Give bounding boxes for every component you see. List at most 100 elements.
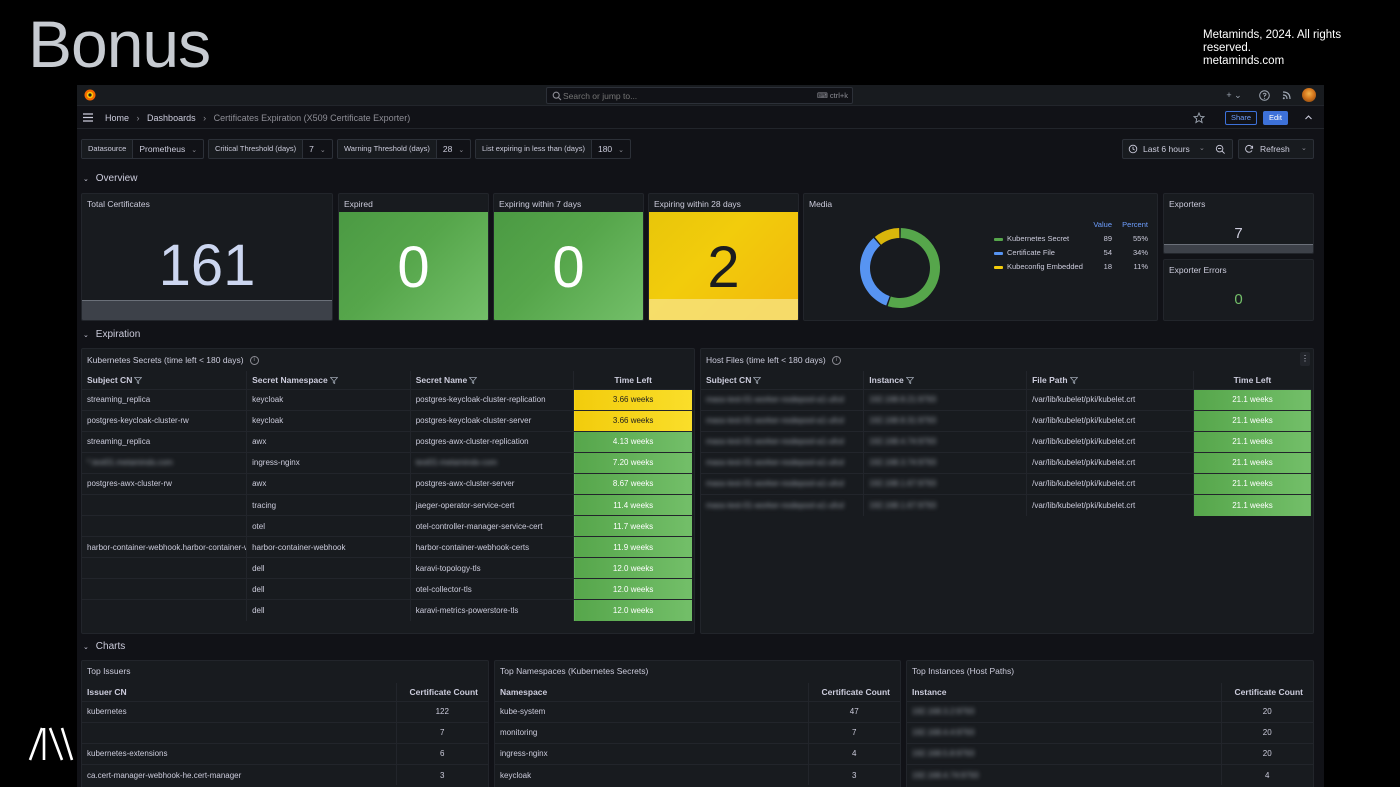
count-cell: 3 [396,763,488,786]
table-row[interactable]: streaming_replica awx postgres-awx-cluster… [82,430,692,453]
edit-button[interactable]: Edit [1263,111,1288,125]
table-row[interactable]: dell karavi-metrics-powerstore-tls 12.0 we… [82,599,692,622]
table-row[interactable]: monitoring 7 [495,721,900,744]
row-expiration[interactable]: ⌄ Expiration [83,329,140,343]
column-header[interactable]: Subject CN [82,371,248,389]
zoom-out-icon[interactable] [1215,144,1226,155]
variable-select[interactable]: 28 ⌄ [437,140,470,158]
column-header[interactable]: Subject CN [701,371,865,389]
cell-text: awx [252,479,267,489]
breadcrumb-home[interactable]: Home [105,113,129,123]
table-row[interactable]: kubernetes-extensions 6 [82,742,488,765]
share-button[interactable]: Share [1225,111,1258,125]
menu-icon[interactable] [82,112,94,123]
column-header[interactable]: Certificate Count [1221,683,1313,701]
table-row[interactable]: *.test01.metaminds.com ingress-nginx test0… [82,451,692,474]
stat-value: 161 [158,233,256,298]
filter-icon[interactable] [329,377,338,384]
critical-threshold-variable[interactable]: Critical Threshold (days) 7 ⌄ [208,139,333,159]
time-range-picker[interactable]: Last 6 hours ⌄ [1122,139,1233,159]
cell-text: postgres-keycloak-cluster-server [415,416,532,426]
donut-slice-kubeconfig-embedded[interactable] [874,228,900,245]
table-row[interactable]: keycloak 3 [495,763,900,786]
variable-select[interactable]: 7 ⌄ [303,140,332,158]
table-row[interactable]: mass-test-01-worker-nodepool-a1-ufcd 192.… [701,409,1311,432]
table-row[interactable]: 7 [82,721,488,744]
column-header[interactable]: Time Left [574,371,692,389]
help-icon[interactable] [1258,89,1271,102]
table-row[interactable]: otel otel-controller-manager-service-cert… [82,515,692,537]
time-left-cell: 4.13 weeks [573,430,692,453]
table-row[interactable]: 192.168.4.74:9793 4 [907,763,1313,786]
column-header[interactable]: Certificate Count [396,683,488,701]
table-row[interactable]: dell karavi-topology-tls 12.0 weeks [82,557,692,579]
column-header[interactable]: Instance [863,371,1028,389]
user-avatar[interactable] [1302,88,1316,102]
chevron-up-icon[interactable] [1303,112,1314,123]
table-row[interactable]: kube-system 47 [495,700,900,723]
search-input[interactable] [563,88,793,103]
table-row[interactable]: mass-test-01-worker-nodepool-a1-ufcd 192.… [701,451,1311,474]
warning-threshold-variable[interactable]: Warning Threshold (days) 28 ⌄ [337,139,472,159]
cell-text: ca.cert-manager-webhook-he.cert-manager [87,770,242,780]
table-row[interactable]: dell otel-collector-tls 12.0 weeks [82,578,692,600]
column-header[interactable]: Secret Name [410,371,575,389]
table-row[interactable]: 192.168.4.4:9793 20 [907,721,1313,744]
table-row[interactable]: postgres-awx-cluster-rw awx postgres-awx-c… [82,472,692,495]
refresh-button[interactable]: Refresh ⌄ [1238,139,1314,159]
legend-value: 18 [1103,262,1112,271]
table-row[interactable]: 192.168.3.2:9793 20 [907,700,1313,723]
panel-menu-icon[interactable]: ⋮ [1300,352,1310,366]
grafana-logo-icon[interactable] [83,88,97,102]
filter-icon[interactable] [469,377,478,384]
table-row[interactable]: harbor-container-webhook.harbor-containe… [82,536,692,558]
table-row[interactable]: mass-test-01-worker-nodepool-a1-ufcd 192.… [701,430,1311,453]
column-header[interactable]: Issuer CN [82,683,397,701]
donut-slice-kubernetes-secret[interactable] [887,228,940,308]
search-box[interactable]: ⌨ ctrl+k [546,87,853,104]
variable-select[interactable]: Prometheus ⌄ [133,140,203,158]
table-row[interactable]: ingress-nginx 4 [495,742,900,765]
filter-icon[interactable] [134,377,143,384]
info-icon[interactable]: i [831,356,841,366]
table-row[interactable]: kubernetes 122 [82,700,488,723]
legend-item[interactable]: Certificate File [994,248,1055,257]
table-row[interactable]: streaming_replica keycloak postgres-keyclo… [82,388,692,411]
expiring-list-variable[interactable]: List expiring in less than (days) 180 ⌄ [475,139,632,159]
news-feed-icon[interactable] [1280,89,1293,102]
donut-slice-certificate-file[interactable] [860,237,890,306]
datasource-variable[interactable]: Datasource Prometheus ⌄ [81,139,205,159]
table-row[interactable]: ca.cert-manager-webhook-he.cert-manager 3 [82,763,488,786]
column-header[interactable]: Time Left [1193,371,1311,389]
filter-icon[interactable] [905,377,914,384]
filter-icon[interactable] [1069,377,1078,384]
chevron-down-icon: ⌄ [618,147,625,154]
table-row[interactable]: mass-test-01-worker-nodepool-a1-ufcd 192.… [701,472,1311,495]
cell-text: keycloak [252,395,284,405]
table-header-row: Instance Certificate Count [907,683,1313,701]
column-header[interactable]: Namespace [495,683,809,701]
table-row[interactable]: postgres-keycloak-cluster-rw keycloak post… [82,409,692,432]
legend-item[interactable]: Kubeconfig Embedded [994,262,1083,271]
star-icon[interactable] [1193,112,1205,124]
table-cell: postgres-awx-cluster-server [410,472,575,495]
info-icon[interactable]: i [249,356,259,366]
breadcrumb-dashboards[interactable]: Dashboards [147,113,196,123]
cell-text: 192.168.8.31:9793 [869,416,937,426]
add-menu-button[interactable]: + ⌄ [1223,89,1245,102]
column-header[interactable]: Secret Namespace [246,371,411,389]
table-row[interactable]: 192.168.5.8:9793 20 [907,742,1313,765]
column-header[interactable]: File Path [1026,371,1194,389]
filter-icon[interactable] [753,377,762,384]
variable-select[interactable]: 180 ⌄ [592,140,630,158]
table-row[interactable]: mass-test-01-worker-nodepool-a1-ufcd 192.… [701,493,1311,516]
table-row[interactable]: tracing jaeger-operator-service-cert 11.4 … [82,493,692,516]
table-row[interactable]: mass-test-01-worker-nodepool-a1-ufcd 192.… [701,388,1311,411]
column-header[interactable]: Instance [907,683,1222,701]
row-charts[interactable]: ⌄ Charts [83,641,125,655]
row-overview[interactable]: ⌄ Overview [83,173,137,187]
time-left-cell: 11.4 weeks [573,493,692,516]
legend-item[interactable]: Kubernetes Secret [994,234,1069,243]
column-header[interactable]: Certificate Count [808,683,900,701]
exporters-panel: Exporters 7 [1163,193,1314,254]
